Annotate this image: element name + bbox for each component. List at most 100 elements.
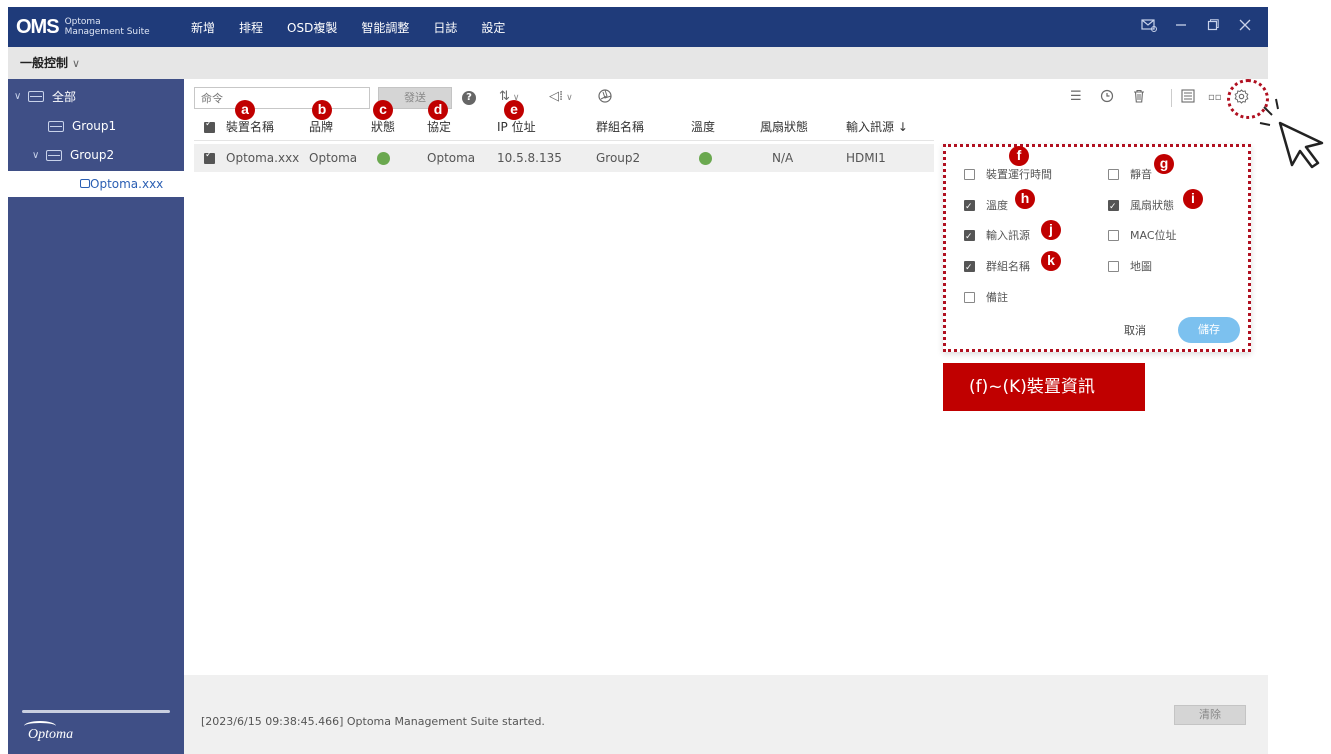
option-label: 地圖 [1130, 260, 1152, 273]
sidebar-divider [22, 710, 170, 713]
device-table-header: 裝置名稱 品牌 狀態 協定 IP 位址 群組名稱 溫度 風扇狀態 輸入訊源 ↓ [194, 113, 934, 141]
marker-b: b [312, 100, 332, 120]
option-input-source[interactable]: 輸入訊源 [964, 226, 1030, 247]
option-checkbox[interactable] [1108, 169, 1119, 180]
menu-settings[interactable]: 設定 [481, 19, 505, 36]
cell-input-source: HDMI1 [846, 151, 886, 165]
app-logo: OMS Optoma Management Suite [16, 13, 150, 41]
option-checkbox[interactable] [1108, 197, 1119, 217]
col-temperature[interactable]: 溫度 [691, 113, 715, 141]
option-uptime[interactable]: 裝置運行時間 [964, 165, 1052, 185]
option-fan-status[interactable]: 風扇狀態 [1108, 196, 1174, 217]
option-group-name[interactable]: 群組名稱 [964, 257, 1030, 278]
cancel-button[interactable]: 取消 [1124, 322, 1146, 338]
option-temperature[interactable]: 溫度 [964, 196, 1008, 217]
option-label: 溫度 [986, 199, 1008, 212]
col-fan-status[interactable]: 風扇狀態 [760, 113, 808, 141]
option-checkbox[interactable] [964, 197, 975, 217]
maximize-icon[interactable] [1198, 19, 1228, 35]
col-input-source[interactable]: 輸入訊源 ↓ [846, 113, 908, 141]
menu-smart-adjust[interactable]: 智能調整 [361, 19, 409, 36]
logo-subtitle: Optoma Management Suite [65, 17, 150, 37]
control-mode-label: 一般控制 [20, 56, 69, 70]
clear-button[interactable]: 清除 [1174, 705, 1246, 725]
marker-a: a [235, 100, 255, 120]
chevron-down-icon[interactable]: ∨ [14, 91, 28, 102]
marker-d: d [428, 100, 448, 120]
option-checkbox[interactable] [964, 292, 975, 303]
option-checkbox[interactable] [964, 169, 975, 180]
title-bar: OMS Optoma Management Suite 新增 排程 OSD複製 … [8, 7, 1268, 47]
marker-h: h [1015, 189, 1035, 209]
option-label: 靜音 [1130, 168, 1152, 181]
mail-icon[interactable] [1134, 18, 1164, 36]
option-checkbox[interactable] [964, 258, 975, 278]
cell-brand: Optoma [309, 151, 358, 165]
group-icon [48, 120, 64, 132]
log-panel: [2023/6/15 09:38:45.466] Optoma Manageme… [184, 675, 1268, 754]
main-menu: 新增 排程 OSD複製 智能調整 日誌 設定 [191, 7, 529, 47]
chevron-down-icon[interactable]: ∨ [32, 150, 46, 161]
tree-item-all[interactable]: ∨ 全部 [14, 83, 76, 109]
option-label: 風扇狀態 [1130, 199, 1174, 212]
control-mode-bar: 一般控制 ∨ [8, 47, 1268, 79]
option-checkbox[interactable] [1108, 261, 1119, 272]
option-mute[interactable]: 靜音 [1108, 165, 1152, 185]
minimize-icon[interactable] [1166, 19, 1196, 35]
grid-view-icon[interactable]: ▫▫ [1208, 92, 1222, 103]
tree-item-group1[interactable]: Group1 [48, 113, 116, 139]
history-icon[interactable] [1100, 89, 1114, 107]
shutter-icon[interactable] [598, 89, 612, 107]
logo-oms: OMS [16, 15, 60, 38]
command-toolbar: 發送 ? ⇅∨ ◁⁞∨ ☰ ▫▫ [194, 87, 1268, 111]
tree-item-device-selected[interactable]: Optoma.xxx [8, 171, 184, 197]
col-group-name[interactable]: 群組名稱 [596, 113, 644, 141]
cell-protocol: Optoma [427, 151, 476, 165]
option-notes[interactable]: 備註 [964, 288, 1008, 308]
marker-k: k [1041, 251, 1061, 271]
table-row[interactable]: Optoma.xxx Optoma Optoma 10.5.8.135 Grou… [194, 144, 934, 172]
tree-label-device: Optoma.xxx [90, 177, 164, 191]
select-all-checkbox[interactable] [204, 119, 215, 133]
cell-group-name: Group2 [596, 151, 641, 165]
marker-e: e [504, 100, 524, 120]
column-settings-popup: 裝置運行時間 溫度 輸入訊源 群組名稱 備註 靜音 風扇狀態 MAC位址 地圖 … [943, 144, 1251, 352]
logo-line1: Optoma [64, 17, 101, 27]
device-info-callout: (f)~(K)裝置資訊 [943, 363, 1145, 411]
detail-view-icon[interactable] [1181, 89, 1195, 107]
marker-c: c [373, 100, 393, 120]
tree-item-group2[interactable]: ∨ Group2 [32, 142, 114, 168]
option-label: 輸入訊源 [986, 229, 1030, 242]
option-checkbox[interactable] [1108, 230, 1119, 241]
group-icon [46, 149, 62, 161]
control-mode-dropdown[interactable]: 一般控制 ∨ [20, 47, 80, 79]
marker-i: i [1183, 189, 1203, 209]
cell-ip-address: 10.5.8.135 [497, 151, 562, 165]
marker-j: j [1041, 220, 1061, 240]
menu-add[interactable]: 新增 [191, 19, 215, 36]
marker-g: g [1154, 154, 1174, 174]
cell-fan-status: N/A [772, 151, 794, 165]
group-icon [28, 90, 44, 102]
menu-osd-copy[interactable]: OSD複製 [287, 19, 337, 36]
chevron-down-icon: ∨ [566, 93, 573, 103]
save-button[interactable]: 儲存 [1178, 317, 1240, 343]
menu-schedule[interactable]: 排程 [239, 19, 263, 36]
toolbar-divider [1171, 89, 1172, 107]
command-input[interactable] [194, 87, 370, 109]
trash-icon[interactable] [1132, 89, 1146, 107]
log-message: [2023/6/15 09:38:45.466] Optoma Manageme… [201, 715, 545, 728]
list-icon[interactable]: ☰ [1070, 89, 1082, 104]
menu-log[interactable]: 日誌 [433, 19, 457, 36]
option-map[interactable]: 地圖 [1108, 257, 1152, 277]
audio-icon[interactable]: ◁⁞ ∨ [549, 89, 573, 104]
row-checkbox[interactable] [204, 150, 215, 164]
optoma-brand-logo: Optoma [23, 721, 74, 742]
group-tree-sidebar: ∨ 全部 Group1 ∨ Group2 Optoma.xxx Optoma [8, 79, 184, 754]
option-checkbox[interactable] [964, 227, 975, 247]
option-mac-address[interactable]: MAC位址 [1108, 226, 1177, 246]
app-window: OMS Optoma Management Suite 新增 排程 OSD複製 … [0, 0, 1331, 754]
help-icon[interactable]: ? [462, 91, 476, 105]
close-icon[interactable] [1230, 19, 1260, 35]
pointer-hand-icon [1259, 98, 1324, 169]
